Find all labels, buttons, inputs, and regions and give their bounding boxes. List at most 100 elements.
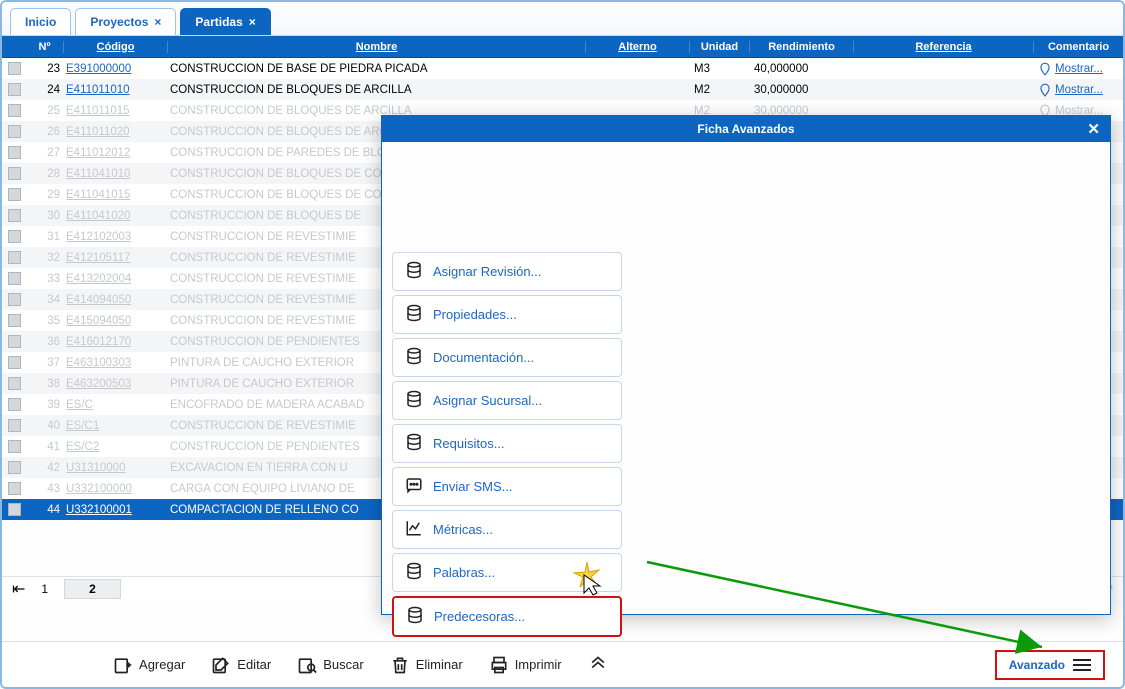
agregar-button[interactable]: Agregar	[113, 655, 185, 675]
annotation-arrow	[642, 547, 1072, 667]
row-code-link[interactable]: ES/C	[64, 399, 168, 411]
tab-partidas[interactable]: Partidas×	[180, 8, 270, 35]
menu-item-enviar-sms[interactable]: Enviar SMS...	[392, 467, 622, 506]
row-number: 44	[26, 504, 64, 516]
close-icon[interactable]: ✕	[1087, 120, 1100, 138]
menu-item-asignar-sucursal[interactable]: Asignar Sucursal...	[392, 381, 622, 420]
col-unidad[interactable]: Unidad	[690, 41, 750, 53]
row-number: 41	[26, 441, 64, 453]
col-comentario[interactable]: Comentario	[1034, 41, 1123, 53]
row-mostrar-link[interactable]: Mostrar...	[1034, 83, 1123, 97]
checkbox[interactable]	[8, 482, 21, 495]
row-code-link[interactable]: E411041010	[64, 168, 168, 180]
row-code-link[interactable]: U31310000	[64, 462, 168, 474]
checkbox[interactable]	[8, 503, 21, 516]
buscar-button[interactable]: Buscar	[297, 655, 363, 675]
menu-item-requisitos[interactable]: Requisitos...	[392, 424, 622, 463]
checkbox[interactable]	[8, 272, 21, 285]
checkbox[interactable]	[8, 125, 21, 138]
checkbox[interactable]	[8, 398, 21, 411]
table-row[interactable]: 24E411011010CONSTRUCCION DE BLOQUES DE A…	[2, 79, 1123, 100]
db-icon	[405, 519, 423, 540]
row-rendimiento: 40,000000	[750, 63, 854, 75]
row-code-link[interactable]: U332100000	[64, 483, 168, 495]
table-row[interactable]: 23E391000000CONSTRUCCION DE BASE DE PIED…	[2, 58, 1123, 79]
row-mostrar-link[interactable]: Mostrar...	[1034, 62, 1123, 76]
col-referencia[interactable]: Referencia	[854, 41, 1034, 53]
checkbox[interactable]	[8, 83, 21, 96]
col-num[interactable]: Nº	[26, 41, 64, 53]
col-nombre[interactable]: Nombre	[168, 41, 586, 53]
row-code-link[interactable]: E391000000	[64, 63, 168, 75]
checkbox[interactable]	[8, 251, 21, 264]
checkbox[interactable]	[8, 62, 21, 75]
menu-item-propiedades[interactable]: Propiedades...	[392, 295, 622, 334]
checkbox[interactable]	[8, 230, 21, 243]
row-number: 42	[26, 462, 64, 474]
checkbox[interactable]	[8, 188, 21, 201]
row-code-link[interactable]: ES/C1	[64, 420, 168, 432]
menu-item-documentaci-n[interactable]: Documentación...	[392, 338, 622, 377]
db-icon	[405, 261, 423, 282]
editar-button[interactable]: Editar	[211, 655, 271, 675]
close-icon[interactable]: ×	[249, 15, 256, 29]
row-code-link[interactable]: E463200503	[64, 378, 168, 390]
row-code-link[interactable]: E463100303	[64, 357, 168, 369]
row-number: 36	[26, 336, 64, 348]
row-number: 27	[26, 147, 64, 159]
checkbox[interactable]	[8, 461, 21, 474]
col-alterno[interactable]: Alterno	[586, 41, 690, 53]
row-code-link[interactable]: E412105117	[64, 252, 168, 264]
row-code-link[interactable]: E411041015	[64, 189, 168, 201]
checkbox[interactable]	[8, 314, 21, 327]
edit-icon	[211, 655, 231, 675]
db-icon	[405, 476, 423, 497]
checkbox[interactable]	[8, 293, 21, 306]
row-code-link[interactable]: E412102003	[64, 231, 168, 243]
close-icon[interactable]: ×	[154, 15, 161, 29]
row-code-link[interactable]: E411011020	[64, 126, 168, 138]
checkbox[interactable]	[8, 419, 21, 432]
pager-page-1[interactable]: 1	[41, 582, 48, 596]
row-code-link[interactable]: E414094050	[64, 294, 168, 306]
row-code-link[interactable]: E415094050	[64, 315, 168, 327]
checkbox[interactable]	[8, 356, 21, 369]
row-code-link[interactable]: E411011015	[64, 105, 168, 117]
collapse-button[interactable]	[588, 655, 608, 675]
checkbox[interactable]	[8, 167, 21, 180]
trash-icon	[390, 655, 410, 675]
tab-proyectos[interactable]: Proyectos×	[75, 8, 176, 35]
menu-item-m-tricas[interactable]: Métricas...	[392, 510, 622, 549]
row-code-link[interactable]: E413202004	[64, 273, 168, 285]
checkbox[interactable]	[8, 209, 21, 222]
checkbox[interactable]	[8, 377, 21, 390]
row-code-link[interactable]: U332100001	[64, 504, 168, 516]
row-number: 30	[26, 210, 64, 222]
row-number: 31	[26, 231, 64, 243]
row-number: 25	[26, 105, 64, 117]
checkbox[interactable]	[8, 440, 21, 453]
imprimir-button[interactable]: Imprimir	[489, 655, 562, 675]
menu-item-predecesoras[interactable]: Predecesoras...	[392, 596, 622, 637]
checkbox[interactable]	[8, 146, 21, 159]
menu-item-asignar-revisi-n[interactable]: Asignar Revisión...	[392, 252, 622, 291]
eliminar-button[interactable]: Eliminar	[390, 655, 463, 675]
row-number: 26	[26, 126, 64, 138]
row-rendimiento: 30,000000	[750, 84, 854, 96]
row-code-link[interactable]: E411012012	[64, 147, 168, 159]
pager-page-2[interactable]: 2	[64, 579, 121, 599]
row-number: 37	[26, 357, 64, 369]
tab-inicio[interactable]: Inicio	[10, 8, 71, 35]
col-rendimiento[interactable]: Rendimiento	[750, 41, 854, 53]
db-icon	[405, 562, 423, 583]
row-code-link[interactable]: ES/C2	[64, 441, 168, 453]
row-code-link[interactable]: E411011010	[64, 84, 168, 96]
checkbox[interactable]	[8, 104, 21, 117]
col-codigo[interactable]: Código	[64, 41, 168, 53]
row-number: 33	[26, 273, 64, 285]
row-code-link[interactable]: E416012170	[64, 336, 168, 348]
pager-first-icon[interactable]: ⇤	[12, 579, 25, 599]
db-icon	[405, 304, 423, 325]
checkbox[interactable]	[8, 335, 21, 348]
row-code-link[interactable]: E411041020	[64, 210, 168, 222]
